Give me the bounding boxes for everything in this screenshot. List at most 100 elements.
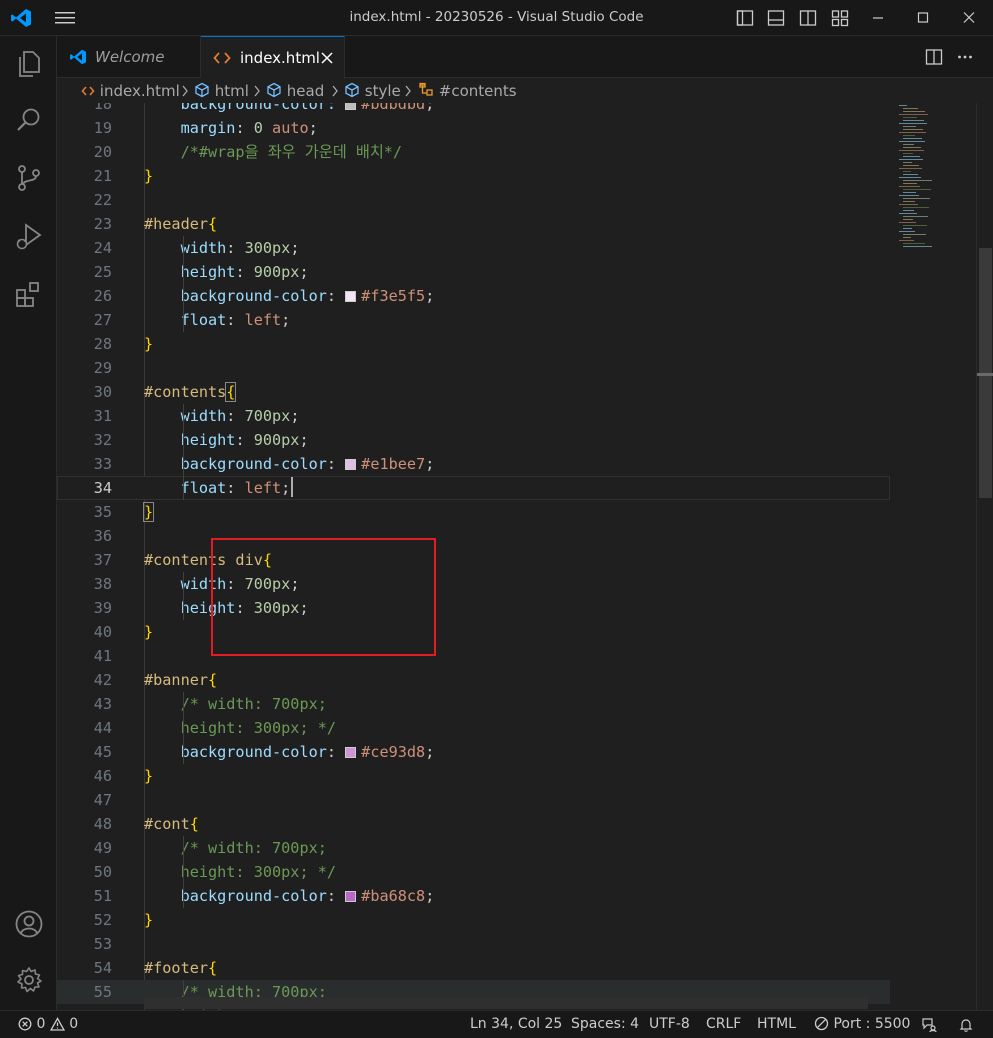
encoding[interactable]: UTF-8 [649, 1016, 690, 1032]
breadcrumb-head[interactable]: head [266, 82, 324, 100]
toggle-panel-icon[interactable] [767, 9, 785, 27]
indentation[interactable]: Spaces: 4 [571, 1016, 639, 1032]
tab-index-html[interactable]: index.html [201, 36, 345, 79]
code-line[interactable]: 44 height: 300px; */ [57, 716, 890, 740]
code-line[interactable]: 45 background-color: #ce93d8; [57, 740, 890, 764]
hamburger-menu-icon[interactable] [54, 10, 76, 26]
code-text: background-color: #e1bee7; [144, 452, 435, 476]
toggle-primary-sidebar-icon[interactable] [736, 9, 754, 27]
minimap-line [903, 183, 917, 184]
line-number: 45 [93, 743, 112, 761]
code-line[interactable]: 19 margin: 0 auto; [57, 116, 890, 140]
code-line[interactable]: 26 background-color: #f3e5f5; [57, 284, 890, 308]
code-line[interactable]: 21} [57, 164, 890, 188]
manage-gear-icon[interactable] [13, 964, 45, 996]
minimap-line [903, 117, 917, 118]
breadcrumb-file[interactable]: index.html [81, 82, 180, 100]
run-and-debug-icon[interactable] [13, 220, 45, 252]
language-mode[interactable]: HTML [757, 1016, 796, 1032]
breadcrumb-style[interactable]: style [344, 82, 401, 100]
code-line[interactable]: 28} [57, 332, 890, 356]
code-line[interactable]: 37 #contents div{ [57, 548, 890, 572]
color-swatch[interactable] [345, 459, 357, 470]
color-swatch[interactable] [345, 291, 357, 302]
line-number: 47 [93, 791, 112, 809]
code-text: } [144, 764, 153, 788]
code-editor[interactable]: 18 background-color: #bdbdbd; 19 margin: … [57, 103, 993, 1010]
breadcrumb-contents[interactable]: #contents [418, 82, 517, 100]
cursor-position[interactable]: Ln 34, Col 25 [470, 1016, 562, 1032]
code-token: } [144, 167, 154, 185]
code-line[interactable]: 20 /*#wrap을 좌우 가운데 배치*/ [57, 140, 890, 164]
code-line[interactable]: 42 #banner{ [57, 668, 890, 692]
code-line[interactable]: 35} [57, 500, 890, 524]
code-line[interactable]: 24 width: 300px; [57, 236, 890, 260]
maximize-icon[interactable] [913, 9, 933, 27]
tab-welcome[interactable]: Welcome [57, 36, 201, 78]
code-line[interactable]: 52} [57, 908, 890, 932]
code-line[interactable]: 33 background-color: #e1bee7; [57, 452, 890, 476]
code-line[interactable]: 32 height: 900px; [57, 428, 890, 452]
toggle-secondary-sidebar-icon[interactable] [799, 9, 817, 27]
minimap-line [899, 240, 914, 241]
minimap-line [899, 159, 923, 160]
code-line[interactable]: 25 height: 900px; [57, 260, 890, 284]
code-line[interactable]: 53 [57, 932, 890, 956]
line-number: 53 [93, 935, 112, 953]
code-line[interactable]: 38 width: 700px; [57, 572, 890, 596]
code-line[interactable]: 18 background-color: #bdbdbd; [57, 103, 890, 116]
feedback-icon[interactable] [921, 1017, 937, 1033]
source-control-icon[interactable] [13, 162, 45, 194]
more-actions-icon[interactable] [956, 48, 974, 66]
code-line[interactable]: 36 [57, 524, 890, 548]
split-editor-icon[interactable] [925, 48, 943, 66]
color-swatch[interactable] [345, 747, 357, 758]
color-swatch[interactable] [345, 103, 357, 110]
code-text: background-color: #ce93d8; [144, 740, 435, 764]
close-window-icon[interactable] [959, 9, 979, 27]
code-line[interactable]: 29 [57, 356, 890, 380]
code-line[interactable]: 23 #header{ [57, 212, 890, 236]
code-line[interactable]: 39 height: 300px; [57, 596, 890, 620]
live-server-port[interactable]: Port : 5500 [814, 1016, 910, 1032]
html-file-icon [81, 86, 95, 96]
code-line[interactable]: 48 #cont{ [57, 812, 890, 836]
code-line[interactable]: 22 [57, 188, 890, 212]
minimap-line [903, 219, 913, 220]
color-swatch[interactable] [345, 891, 357, 902]
code-line[interactable]: 40} [57, 620, 890, 644]
code-line[interactable]: 50 height: 300px; */ [57, 860, 890, 884]
code-line[interactable]: 51 background-color: #ba68c8; [57, 884, 890, 908]
code-line[interactable]: 41 [57, 644, 890, 668]
code-line[interactable]: 27 float: left; [57, 308, 890, 332]
line-number: 23 [93, 215, 112, 233]
code-line[interactable]: 54 #footer{ [57, 956, 890, 980]
minimap-line [903, 237, 911, 238]
code-line[interactable]: 49 /* width: 700px; [57, 836, 890, 860]
accounts-icon[interactable] [13, 908, 45, 940]
vertical-scrollbar[interactable] [976, 103, 993, 1010]
breadcrumb-html[interactable]: html [194, 82, 249, 100]
line-number: 27 [93, 311, 112, 329]
line-number: 54 [93, 959, 112, 977]
close-icon[interactable] [320, 51, 334, 65]
notifications-bell-icon[interactable] [958, 1017, 974, 1033]
code-text: } [144, 620, 153, 644]
code-line[interactable]: 43 /* width: 700px; [57, 692, 890, 716]
customize-layout-icon[interactable] [831, 9, 849, 27]
extensions-icon[interactable] [13, 278, 45, 310]
explorer-icon[interactable] [13, 48, 45, 80]
code-token: ; [281, 311, 291, 329]
search-icon[interactable] [13, 104, 45, 136]
minimap[interactable] [889, 103, 977, 1010]
code-line[interactable]: 34 float: left; [57, 476, 890, 500]
code-line[interactable]: 31 width: 700px; [57, 404, 890, 428]
code-line[interactable]: 46} [57, 764, 890, 788]
line-number: 32 [93, 431, 112, 449]
code-line[interactable]: 30 #contents{ [57, 380, 890, 404]
end-of-line[interactable]: CRLF [706, 1016, 741, 1032]
code-line[interactable]: 47 [57, 788, 890, 812]
problems-indicator[interactable]: 0 0 [18, 1016, 78, 1032]
minimize-icon[interactable] [868, 9, 888, 27]
horizontal-scrollbar[interactable] [144, 997, 868, 1009]
